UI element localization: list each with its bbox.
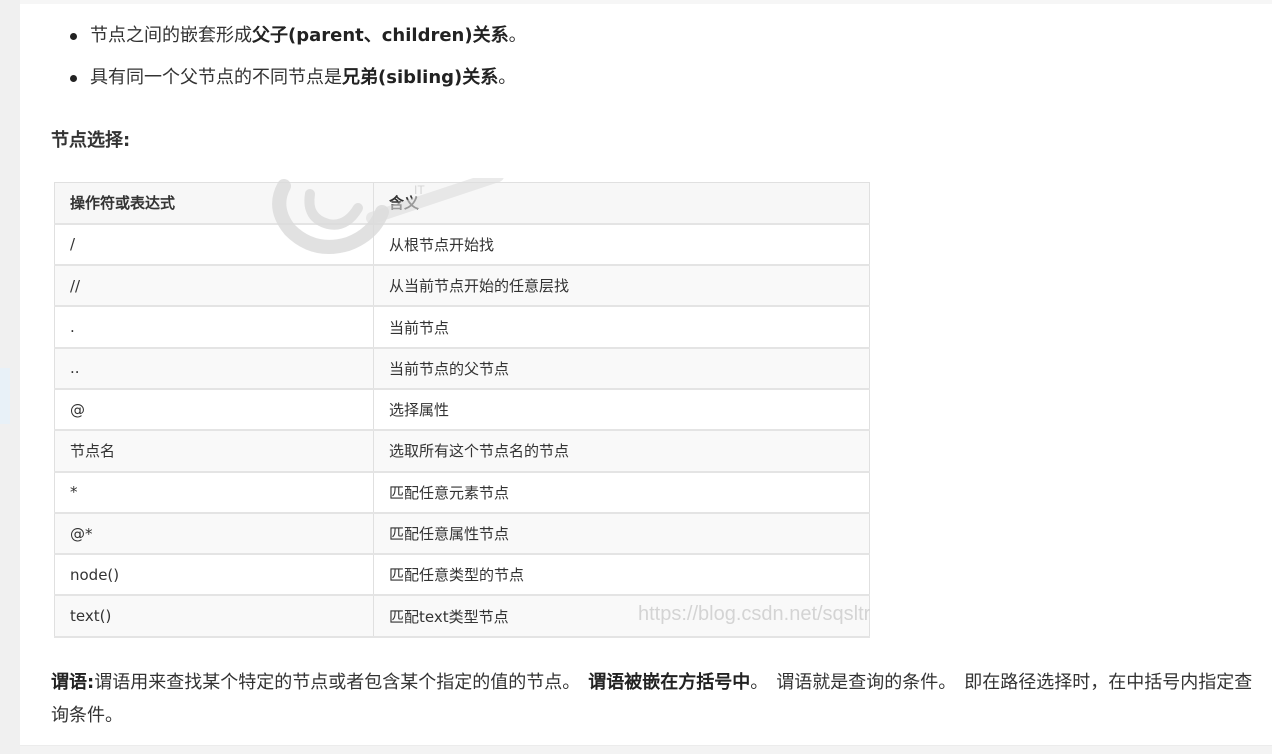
cell-operator: *: [54, 471, 374, 514]
cell-operator: @: [54, 388, 374, 432]
cell-meaning: 当前节点的父节点: [373, 347, 870, 390]
section-title: 节点选择:: [51, 130, 131, 151]
cell-operator: @*: [54, 512, 374, 556]
cell-operator: text(): [54, 594, 374, 638]
left-margin: [0, 0, 20, 754]
list-item: 具有同一个父节点的不同节点是兄弟(sibling)关系。: [70, 62, 970, 104]
predicate-emphasis: 谓语被嵌在方括号中: [588, 672, 751, 693]
table-row: 节点名 选取所有这个节点名的节点: [54, 429, 870, 473]
cell-operator: 节点名: [54, 429, 374, 473]
cell-meaning: 从当前节点开始的任意层找: [373, 264, 870, 308]
table-row: //从当前节点开始的任意层找: [54, 264, 870, 308]
table-row: @ 选择属性: [54, 388, 870, 432]
cell-operator: .: [54, 305, 374, 349]
table-row: @* 匹配任意属性节点: [54, 512, 870, 556]
table-row: . 当前节点: [54, 305, 870, 349]
cell-meaning: 当前节点: [373, 305, 870, 349]
cell-operator: ..: [54, 347, 374, 390]
cell-meaning: 匹配任意属性节点: [373, 512, 870, 556]
top-edge: [20, 0, 1272, 4]
cell-meaning: 选取所有这个节点名的节点: [373, 429, 870, 473]
sidebar-edge: [0, 368, 10, 424]
predicate-paragraph: 谓语:谓语用来查找某个特定的节点或者包含某个指定的值的节点。 谓语被嵌在方括号中。…: [51, 672, 1253, 726]
table-row: node() 匹配任意类型的节点: [54, 553, 870, 597]
bullet-dot-icon: [70, 33, 77, 40]
cell-meaning: 匹配任意类型的节点: [373, 553, 870, 597]
svg-text:IT: IT: [414, 183, 425, 197]
blog-logo-watermark-icon: IT: [262, 178, 522, 258]
bullet-dot-icon: [70, 75, 77, 82]
list-item: 节点之间的嵌套形成父子(parent、children)关系。: [70, 20, 970, 62]
predicate-label: 谓语:: [51, 672, 95, 693]
cell-meaning: 选择属性: [373, 388, 870, 432]
url-watermark: https://blog.csdn.net/sqsltr: [638, 603, 870, 625]
bullet-list: 节点之间的嵌套形成父子(parent、children)关系。 具有同一个父节点…: [70, 20, 970, 104]
bottom-edge: [20, 745, 1272, 754]
table-row: * 匹配任意元素节点: [54, 471, 870, 514]
cell-operator: //: [54, 264, 374, 308]
cell-meaning: 匹配任意元素节点: [373, 471, 870, 514]
table-row: .. 当前节点的父节点: [54, 347, 870, 390]
cell-operator: node(): [54, 553, 374, 597]
